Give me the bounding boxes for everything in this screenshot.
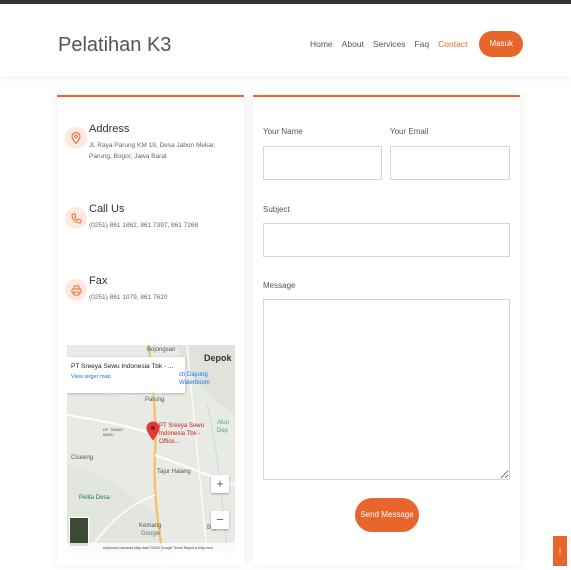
map-label-kemang: Kemang — [139, 523, 162, 529]
contact-form-panel: Your Name Your Email Subject Message Sen… — [253, 95, 520, 565]
zoom-out-button[interactable]: − — [211, 511, 229, 529]
map-label-marker: PT Sreeya Sewu Indonesia Tbk - Office... — [159, 423, 204, 445]
embedded-map[interactable]: PT Sreeya Sewu Indonesia Tbk - ... View … — [67, 345, 235, 553]
message-label: Message — [263, 281, 296, 290]
map-label-parung: Parung — [145, 397, 165, 403]
map-label-tanah-baru: KP. TANAH BARU — [103, 427, 124, 437]
main-nav: Home About Services Faq Contact Masuk — [301, 31, 523, 57]
phone-icon — [65, 207, 87, 229]
nav-services[interactable]: Services — [373, 39, 406, 49]
google-logo: Google — [141, 531, 161, 537]
message-textarea[interactable] — [263, 299, 510, 480]
map-label-ciseeng: Ciseeng — [71, 455, 94, 461]
nav-home[interactable]: Home — [310, 39, 333, 49]
email-input[interactable] — [390, 146, 510, 180]
subject-input[interactable] — [263, 223, 510, 257]
site-logo[interactable]: Pelatihan K3 — [58, 34, 171, 57]
map-label-tajur-halang: Tajur Halang — [157, 469, 191, 475]
map-label-waterboom: ch Dayung Waterboom — [179, 372, 210, 386]
address-text: Jl. Raya Parung KM 19, Desa Jabon Mekar,… — [89, 142, 216, 160]
fax-text: (0251) 861 1079, 861 7620 — [89, 294, 168, 301]
map-place-card: PT Sreeya Sewu Indonesia Tbk - ... View … — [67, 357, 185, 393]
call-title: Call Us — [89, 203, 125, 215]
address-title: Address — [89, 123, 130, 135]
map-marker-icon[interactable] — [146, 421, 160, 441]
map-label-pelita-desa: Pelita Desa — [79, 495, 110, 501]
name-label: Your Name — [263, 127, 303, 136]
map-label-bojongsari: Bojongsari — [147, 347, 176, 353]
login-button[interactable]: Masuk — [479, 31, 523, 57]
email-label: Your Email — [390, 127, 429, 136]
map-place-title: PT Sreeya Sewu Indonesia Tbk - ... — [71, 363, 174, 370]
view-larger-map-link[interactable]: View larger map — [71, 374, 181, 380]
map-footer[interactable]: Keyboard shortcuts Map data ©2024 Google… — [67, 543, 235, 553]
map-pin-icon — [65, 127, 87, 149]
nav-about[interactable]: About — [342, 39, 364, 49]
back-to-top-button[interactable]: ↑ — [553, 536, 567, 566]
contact-info-panel: Address Jl. Raya Parung KM 19, Desa Jabo… — [57, 95, 244, 565]
subject-label: Subject — [263, 205, 290, 214]
site-header: Pelatihan K3 Home About Services Faq Con… — [0, 4, 571, 76]
name-input[interactable] — [263, 146, 382, 180]
fax-icon — [65, 279, 87, 301]
send-message-button[interactable]: Send Message — [355, 498, 419, 532]
map-label-depok: Depok — [204, 353, 232, 363]
nav-contact[interactable]: Contact — [438, 39, 467, 49]
fax-title: Fax — [89, 275, 108, 287]
call-text: (0251) 861 1862, 861 7397, 861 7268 — [89, 222, 199, 229]
zoom-in-button[interactable]: + — [211, 475, 229, 493]
map-label-alun: Alun Dep — [217, 420, 230, 434]
nav-faq[interactable]: Faq — [414, 39, 429, 49]
